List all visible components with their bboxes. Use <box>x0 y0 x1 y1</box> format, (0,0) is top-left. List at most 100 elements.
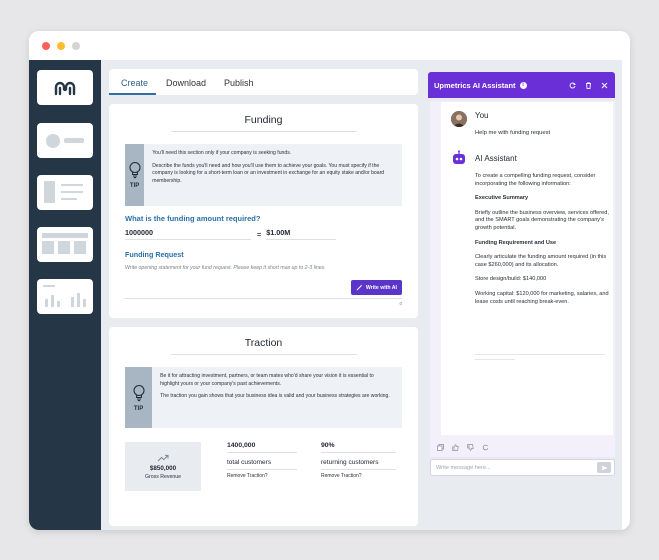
trash-icon[interactable] <box>585 81 592 89</box>
user-avatar <box>451 111 467 127</box>
trending-up-icon <box>157 454 169 461</box>
response-heading: Executive Summary <box>475 195 529 202</box>
tab-create[interactable]: Create <box>108 77 157 95</box>
lightbulb-icon <box>129 161 141 179</box>
editor-tabs: Create Download Publish <box>108 69 418 95</box>
close-icon[interactable] <box>601 82 608 89</box>
funding-request-textarea[interactable]: Write opening statement for your fund re… <box>125 265 402 271</box>
traction-metric: 1400,000 total customers Remove Traction… <box>227 442 297 479</box>
thumb-block <box>44 181 55 203</box>
tip-line: You'll need this section only if your co… <box>152 150 292 156</box>
equals-sign: = <box>257 229 262 239</box>
metric-label-input[interactable]: returning customers <box>321 459 396 470</box>
thumb-block <box>74 241 86 254</box>
traction-tip: TIP Be it for attracting investment, par… <box>125 367 402 428</box>
send-icon <box>601 465 607 470</box>
funding-amount-question: What is the funding amount required? <box>125 214 261 223</box>
tip-line: The traction you gain shows that your bu… <box>160 393 390 400</box>
refresh-icon[interactable] <box>569 82 576 89</box>
assistant-title: Upmetrics AI Assistant <box>434 80 516 90</box>
metric-value-input[interactable]: 90% <box>321 442 396 453</box>
thumb-bar <box>57 301 60 307</box>
magic-wand-icon <box>356 284 363 291</box>
title-divider <box>170 354 357 355</box>
traction-title: Traction <box>244 337 283 349</box>
thumb-bar <box>45 299 48 307</box>
bot-message-header: AI Assistant <box>451 150 517 166</box>
thumb-line <box>61 191 83 193</box>
app-body: Create Download Publish Funding TIP You'… <box>29 60 630 530</box>
lightbulb-icon <box>133 384 145 401</box>
tip-text: You'll need this section only if your co… <box>144 144 402 206</box>
app-window: Create Download Publish Funding TIP You'… <box>29 31 630 530</box>
message-input[interactable] <box>436 464 586 471</box>
thumb-circle-icon <box>46 134 60 148</box>
window-close-button[interactable] <box>42 41 50 50</box>
response-paragraph: Store design/build: $140,000 <box>475 276 547 283</box>
response-paragraph: Clearly articulate the funding amount re… <box>475 254 607 268</box>
tab-publish[interactable]: Publish <box>224 77 254 88</box>
funding-title: Funding <box>244 114 283 126</box>
thumb-line <box>61 184 83 186</box>
window-titlebar <box>29 31 630 60</box>
remove-traction-link[interactable]: Remove Traction? <box>227 473 297 479</box>
thumb-line <box>64 138 84 143</box>
response-paragraph: Working capital: $120,000 for marketing,… <box>475 290 609 305</box>
page-thumbnail-text[interactable] <box>37 175 93 210</box>
response-heading: Funding Requirement and Use <box>475 239 557 246</box>
robot-icon <box>453 150 465 164</box>
funding-amount-input[interactable]: 1000000 <box>125 228 251 240</box>
tab-download[interactable]: Download <box>166 77 206 88</box>
tip-badge: TIP <box>125 367 153 428</box>
thumb-header <box>42 233 88 238</box>
tip-line: Be it for attracting investment, partner… <box>160 373 374 387</box>
metric-label-input[interactable]: total customers <box>227 459 297 470</box>
thumbs-down-icon[interactable] <box>467 444 474 451</box>
thumb-bar <box>71 297 74 307</box>
title-divider <box>170 131 357 132</box>
remove-traction-link[interactable]: Remove Traction? <box>321 473 396 479</box>
info-icon[interactable]: i <box>519 81 527 89</box>
traction-metric: 90% returning customers Remove Traction? <box>321 442 396 479</box>
copy-icon[interactable] <box>437 444 444 451</box>
window-zoom-button[interactable] <box>72 41 80 50</box>
metric-value-input[interactable]: 1400,000 <box>227 442 297 453</box>
editor-area: Create Download Publish Funding TIP You'… <box>101 60 426 530</box>
funding-amount-row: 1000000 = $1.00M <box>125 228 402 240</box>
response-paragraph: Briefly outline the business overview, s… <box>475 209 609 231</box>
logo-thumbnail[interactable] <box>37 70 93 105</box>
write-with-ai-button[interactable]: Write with AI <box>350 280 402 295</box>
page-thumbnail-chart[interactable] <box>37 279 93 314</box>
window-minimize-button[interactable] <box>57 41 65 50</box>
thumb-bar <box>51 295 54 307</box>
thumb-bar <box>83 299 86 307</box>
thumb-bar <box>77 293 80 307</box>
user-message-header: You <box>451 111 489 127</box>
traction-section: Traction TIP Be it for attracting invest… <box>109 327 418 526</box>
thumb-line <box>43 285 55 287</box>
assistant-header: Upmetrics AI Assistant i <box>428 72 615 98</box>
tip-label: TIP <box>133 405 144 412</box>
user-avatar-icon <box>451 111 467 127</box>
message-input-bar <box>430 459 615 476</box>
thumb-block <box>58 241 70 254</box>
thumb-line <box>61 198 77 200</box>
response-loading-lines <box>475 354 611 364</box>
tip-line: Describe the funds you'll need and how y… <box>152 162 385 184</box>
chat-scroll: You Help me with funding request AI Assi… <box>441 102 613 435</box>
funding-amount-formatted: $1.00M <box>266 228 337 240</box>
funding-request-label: Funding Request <box>125 250 184 259</box>
send-button[interactable] <box>597 462 611 473</box>
page-thumbnail-grid[interactable] <box>37 227 93 262</box>
bot-response: To create a compelling funding request, … <box>475 173 611 313</box>
gross-revenue-card[interactable]: $850,000 Gross Revenue <box>125 442 201 491</box>
chat-area: You Help me with funding request AI Assi… <box>430 101 615 457</box>
user-message: Help me with funding request <box>475 130 551 136</box>
traction-metrics: $850,000 Gross Revenue 1400,000 total cu… <box>125 442 402 491</box>
page-thumbnail-cover[interactable] <box>37 123 93 158</box>
ai-assistant-panel: Upmetrics AI Assistant i You Help me wit… <box>426 60 622 530</box>
regenerate-icon[interactable] <box>482 444 489 451</box>
funding-section: Funding TIP You'll need this section onl… <box>109 104 418 318</box>
thumbs-up-icon[interactable] <box>452 444 459 451</box>
header-actions <box>569 81 615 89</box>
